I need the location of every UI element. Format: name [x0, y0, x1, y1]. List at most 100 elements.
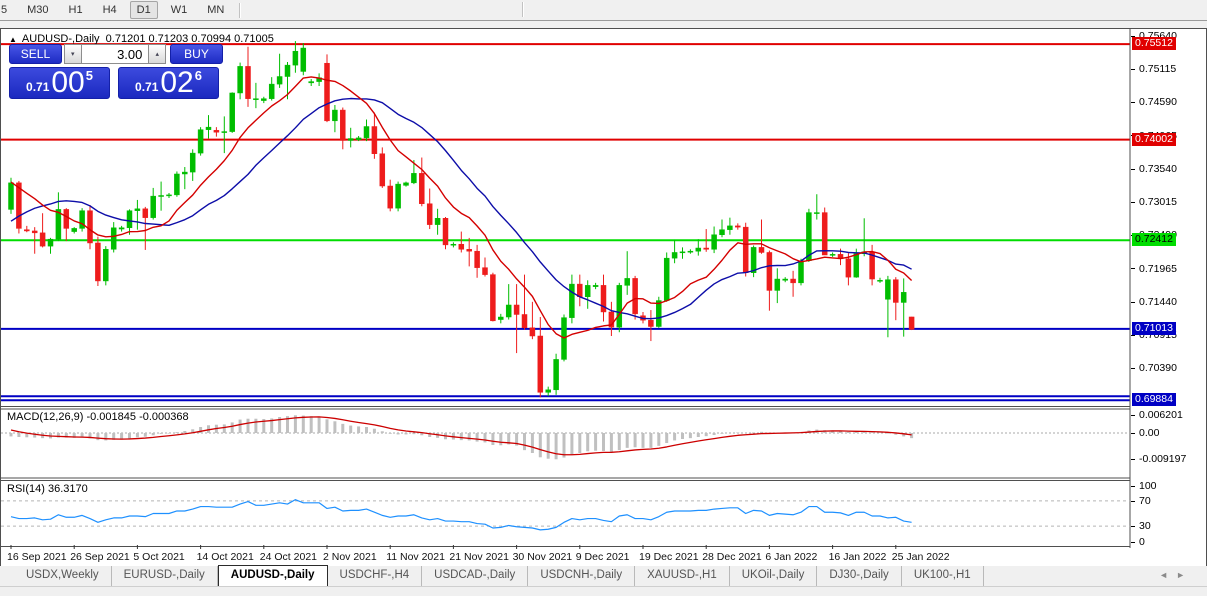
- candle-body: [221, 131, 228, 133]
- symbol-tab-ukoil-daily[interactable]: UKOil-,Daily: [730, 566, 818, 586]
- candle-body: [411, 173, 417, 184]
- symbol-tab-usdx-weekly[interactable]: USDX,Weekly: [14, 566, 112, 586]
- candle-body: [284, 64, 291, 77]
- candle-body: [758, 247, 765, 253]
- candle-body: [505, 304, 512, 318]
- candle-body: [95, 242, 101, 282]
- timeframe-button-m30[interactable]: M30: [20, 1, 55, 19]
- candle-body: [577, 283, 583, 298]
- candle-body: [379, 153, 386, 187]
- date-label: 9 Dec 2021: [575, 551, 630, 563]
- candle-body: [134, 208, 141, 211]
- candle-body: [24, 229, 30, 232]
- one-click-collapse-icon[interactable]: ▲: [9, 35, 17, 44]
- candle-body: [656, 300, 662, 327]
- candle-body: [419, 173, 425, 204]
- candle-body: [490, 274, 496, 322]
- toolbar-separator: [239, 2, 242, 18]
- candle-body: [292, 50, 299, 66]
- candle-body: [8, 182, 14, 210]
- candle-body: [482, 267, 488, 275]
- candle-body: [806, 212, 812, 261]
- tab-scroll-left-icon[interactable]: ◄: [1159, 570, 1176, 580]
- candle-body: [885, 279, 891, 300]
- candle-body: [347, 138, 354, 141]
- candle-body: [253, 98, 259, 100]
- tick-dash: [1131, 168, 1135, 170]
- tab-scroll-right-icon[interactable]: ►: [1176, 570, 1193, 580]
- tick-dash: [1131, 367, 1135, 369]
- candle-body: [205, 126, 212, 130]
- date-label: 26 Sep 2021: [70, 551, 130, 563]
- date-label: 25 Jan 2022: [891, 551, 950, 563]
- price-tick: 0.74590: [1131, 96, 1177, 108]
- price-tick: 0.73540: [1131, 163, 1177, 175]
- candle-body: [900, 292, 907, 303]
- candle-body: [742, 226, 749, 273]
- price-tick: 0.73015: [1131, 196, 1177, 208]
- candle-body: [142, 208, 149, 218]
- symbol-tab-xauusd-h1[interactable]: XAUUSD-,H1: [635, 566, 730, 586]
- buy-button[interactable]: BUY: [170, 44, 223, 64]
- tick-dash: [1131, 201, 1135, 203]
- tick-dash: [1131, 500, 1135, 502]
- candle-body: [663, 257, 670, 301]
- volume-field[interactable]: 3.00: [80, 44, 150, 64]
- candle-body: [308, 81, 314, 84]
- candle-body: [821, 212, 828, 256]
- chevron-down-icon: ▾: [71, 51, 75, 58]
- symbol-tab-usdchf-h4[interactable]: USDCHF-,H4: [328, 566, 423, 586]
- candle-body: [442, 218, 449, 246]
- date-label: 11 Nov 2021: [386, 551, 445, 563]
- candle-body: [513, 304, 520, 315]
- sell-price-box[interactable]: 0.71 00 5: [9, 67, 110, 99]
- candle-body: [39, 232, 46, 247]
- timeframe-button-h1[interactable]: H1: [62, 1, 90, 19]
- candle-body: [766, 252, 773, 291]
- timeframe-button-w1[interactable]: W1: [164, 1, 195, 19]
- price-chart-canvas[interactable]: [1, 29, 1131, 549]
- timeframe-button-h4[interactable]: H4: [96, 1, 124, 19]
- symbol-tab-eurusd-daily[interactable]: EURUSD-,Daily: [112, 566, 218, 586]
- one-click-trading-panel: SELL ▾ 3.00 ▴ BUY 0.71 00 5 0.71 02 6: [9, 44, 223, 99]
- candle-body: [671, 252, 678, 259]
- candle-body: [63, 209, 70, 229]
- candle-body: [569, 283, 575, 318]
- candle-body: [774, 278, 781, 291]
- timeframe-button-d1[interactable]: D1: [129, 1, 158, 19]
- candle-body: [679, 251, 686, 254]
- sell-price-big: 00: [51, 66, 85, 99]
- sell-button[interactable]: SELL: [9, 44, 62, 64]
- level-price-badge: 0.69884: [1132, 393, 1176, 407]
- symbol-tab-uk100-h1[interactable]: UK100-,H1: [902, 566, 984, 586]
- date-label: 6 Jan 2022: [765, 551, 818, 563]
- candle-body: [47, 238, 54, 247]
- candle-body: [103, 249, 109, 282]
- tick-dash: [1131, 541, 1135, 543]
- buy-price-box[interactable]: 0.71 02 6: [118, 67, 219, 99]
- date-label: 5 Oct 2021: [133, 551, 185, 563]
- date-label: 14 Oct 2021: [196, 551, 254, 563]
- timeframe-button-mn[interactable]: MN: [200, 1, 231, 19]
- candle-body: [498, 316, 504, 320]
- symbol-tab-dj30-daily[interactable]: DJ30-,Daily: [817, 566, 902, 586]
- timeframe-button-5[interactable]: 5: [0, 1, 14, 19]
- candle-body: [845, 258, 852, 278]
- volume-increase-button[interactable]: ▴: [149, 44, 167, 64]
- symbol-tab-usdcad-daily[interactable]: USDCAD-,Daily: [422, 566, 529, 586]
- symbol-tab-audusd-daily[interactable]: AUDUSD-,Daily: [217, 565, 328, 586]
- candle-body: [521, 314, 528, 329]
- date-label: 28 Dec 2021: [702, 551, 762, 563]
- volume-decrease-button[interactable]: ▾: [63, 44, 81, 64]
- candle-body: [387, 185, 393, 209]
- candle-body: [648, 319, 654, 327]
- tick-dash: [1131, 68, 1135, 70]
- buy-price-pip: 6: [194, 68, 202, 83]
- symbol-tab-usdcnh-daily[interactable]: USDCNH-,Daily: [528, 566, 636, 586]
- tick-dash: [1131, 102, 1135, 104]
- candle-body: [340, 109, 346, 141]
- candle-body: [798, 260, 804, 284]
- candle-body: [87, 210, 93, 244]
- level-price-badge: 0.71013: [1132, 321, 1176, 335]
- tab-scroll-arrows[interactable]: ◄►: [1159, 570, 1193, 580]
